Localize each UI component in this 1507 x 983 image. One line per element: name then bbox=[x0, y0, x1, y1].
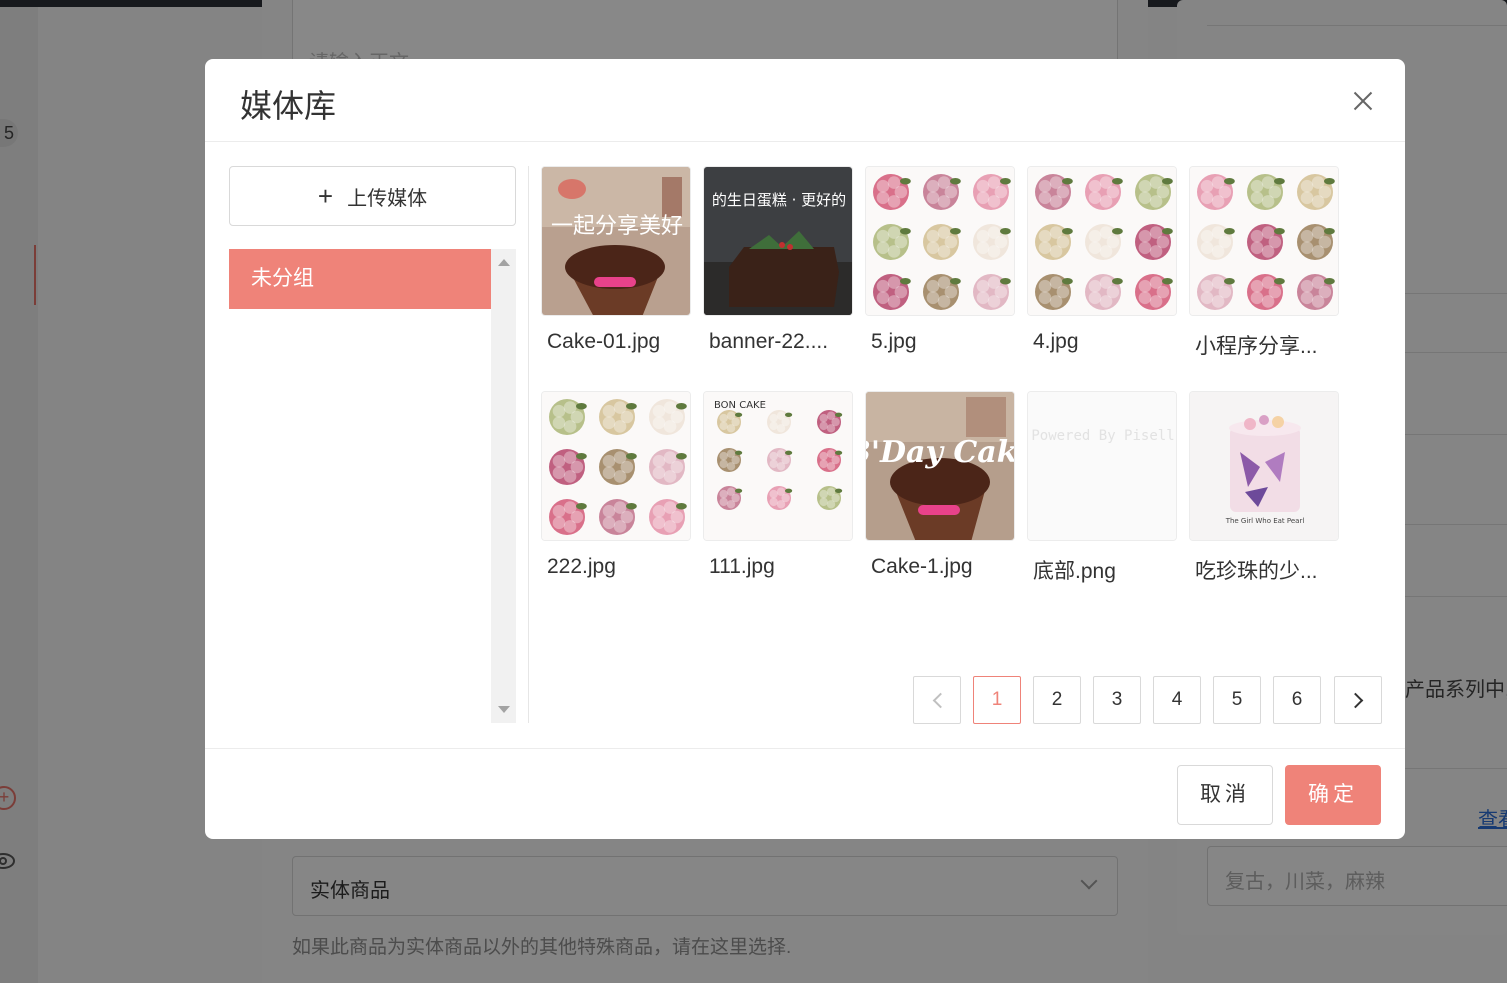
page-button-4[interactable]: 4 bbox=[1153, 676, 1201, 724]
media-item[interactable]: 的生日蛋糕 · 更好的 banner-22.... bbox=[703, 166, 853, 354]
media-item[interactable]: 222.jpg bbox=[541, 391, 691, 579]
media-library-modal: 媒体库 + 上传媒体 未分组 一起分享美好 Cake-01.jpg 的生日蛋糕 … bbox=[205, 59, 1405, 839]
media-item[interactable]: The Girl Who Eat Pearl 吃珍珠的少... bbox=[1189, 391, 1339, 585]
media-thumbnail: B'Day Cake bbox=[865, 391, 1015, 541]
modal-footer: 取消 确定 bbox=[205, 748, 1405, 839]
media-thumbnail: 的生日蛋糕 · 更好的 bbox=[703, 166, 853, 316]
media-name: Cake-01.jpg bbox=[547, 330, 661, 353]
plus-icon: + bbox=[317, 181, 334, 211]
thumb-overlay-text: 一起分享美好 bbox=[551, 214, 683, 239]
media-item[interactable]: 一起分享美好 Cake-01.jpg bbox=[541, 166, 691, 354]
chevron-right-icon bbox=[1347, 692, 1364, 709]
media-thumbnail: The Girl Who Eat Pearl bbox=[1189, 391, 1339, 541]
confirm-button[interactable]: 确定 bbox=[1285, 765, 1381, 825]
thumb-overlay-text: B'Day Cake bbox=[866, 435, 1015, 470]
panel-divider bbox=[528, 166, 529, 723]
group-list: 未分组 bbox=[229, 249, 516, 723]
media-item[interactable]: B'Day Cake Cake-1.jpg bbox=[865, 391, 1015, 579]
page-button-6[interactable]: 6 bbox=[1273, 676, 1321, 724]
media-thumbnail bbox=[865, 166, 1015, 316]
media-name: 底部.png bbox=[1033, 560, 1116, 583]
media-thumbnail bbox=[1189, 166, 1339, 316]
upload-media-label: 上传媒体 bbox=[347, 187, 428, 210]
media-thumbnail bbox=[541, 391, 691, 541]
page-button-5[interactable]: 5 bbox=[1213, 676, 1261, 724]
media-name: 222.jpg bbox=[547, 555, 616, 578]
thumb-overlay-text: Powered By Pisell bbox=[1031, 428, 1174, 444]
media-item[interactable]: 小程序分享... bbox=[1189, 166, 1339, 360]
page-button-1[interactable]: 1 bbox=[973, 676, 1021, 724]
cancel-button[interactable]: 取消 bbox=[1177, 765, 1273, 825]
close-icon[interactable] bbox=[1349, 87, 1377, 115]
media-name: 吃珍珠的少... bbox=[1195, 560, 1318, 583]
group-item-ungrouped[interactable]: 未分组 bbox=[229, 249, 491, 309]
media-item[interactable]: Powered By Pisell 底部.png bbox=[1027, 391, 1177, 585]
scroll-down-arrow-icon[interactable] bbox=[498, 706, 510, 713]
media-item[interactable]: 4.jpg bbox=[1027, 166, 1177, 354]
thumb-overlay-text: 的生日蛋糕 · 更好的 bbox=[712, 191, 846, 209]
media-thumbnail: Powered By Pisell bbox=[1027, 391, 1177, 541]
media-item[interactable]: BON CAKE 111.jpg bbox=[703, 391, 853, 579]
next-page-button[interactable] bbox=[1334, 676, 1382, 724]
media-name: 4.jpg bbox=[1033, 330, 1079, 353]
chevron-left-icon bbox=[932, 692, 949, 709]
media-item[interactable]: 5.jpg bbox=[865, 166, 1015, 354]
scroll-up-arrow-icon[interactable] bbox=[498, 259, 510, 266]
modal-header: 媒体库 bbox=[205, 59, 1405, 142]
media-thumbnail bbox=[1027, 166, 1177, 316]
group-list-scrollbar[interactable] bbox=[491, 249, 516, 723]
media-name: 5.jpg bbox=[871, 330, 917, 353]
thumb-overlay-text: BON CAKE bbox=[714, 400, 766, 411]
media-name: 111.jpg bbox=[709, 555, 775, 578]
media-thumbnail: BON CAKE bbox=[703, 391, 853, 541]
prev-page-button[interactable] bbox=[913, 676, 961, 724]
media-name: 小程序分享... bbox=[1195, 335, 1318, 358]
upload-media-button[interactable]: + 上传媒体 bbox=[229, 166, 516, 226]
page-button-2[interactable]: 2 bbox=[1033, 676, 1081, 724]
modal-title: 媒体库 bbox=[240, 88, 337, 124]
page-button-3[interactable]: 3 bbox=[1093, 676, 1141, 724]
media-name: banner-22.... bbox=[709, 330, 829, 353]
media-thumbnail: 一起分享美好 bbox=[541, 166, 691, 316]
thumb-overlay-text: The Girl Who Eat Pearl bbox=[1225, 517, 1305, 525]
media-name: Cake-1.jpg bbox=[871, 555, 973, 578]
